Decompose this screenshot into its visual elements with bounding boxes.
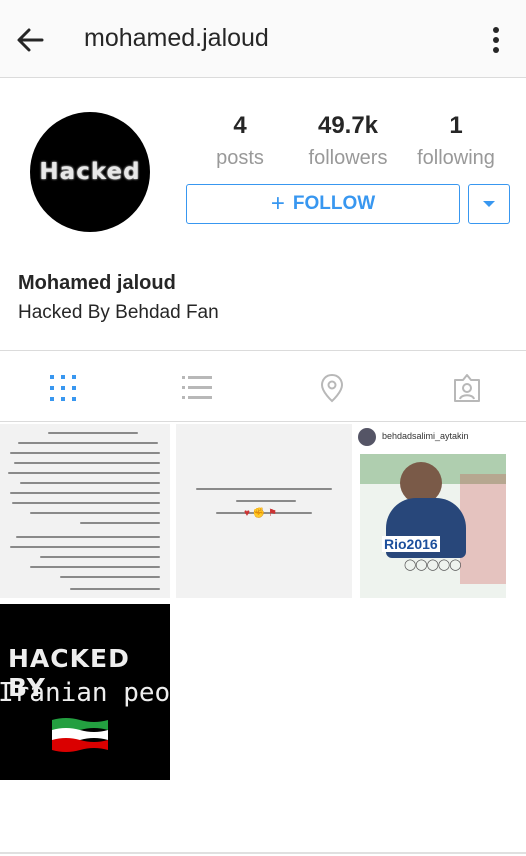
tagged-person-icon[interactable] (452, 373, 482, 403)
bio-text: Hacked By Behdad Fan (18, 302, 219, 323)
avatar (358, 428, 376, 446)
grid-icon[interactable] (48, 373, 78, 403)
divider (0, 852, 526, 854)
avatar-text: Hacked (39, 159, 141, 185)
location-pin-icon[interactable] (317, 373, 347, 403)
iran-flag-icon (52, 718, 108, 752)
more-vertical-icon[interactable] (484, 24, 508, 56)
post-hacked-subtitle: Iranian people (0, 678, 170, 708)
post-thumbnail[interactable] (0, 424, 170, 598)
posts-stat[interactable]: 4 posts (205, 112, 275, 171)
list-icon[interactable] (182, 373, 212, 403)
follow-button[interactable]: + FOLLOW (186, 184, 460, 224)
suggestions-dropdown-button[interactable] (468, 184, 510, 224)
profile-tabs (0, 350, 526, 422)
following-label: following (417, 147, 495, 169)
following-stat[interactable]: 1 following (408, 112, 504, 171)
followers-label: followers (308, 147, 388, 169)
rio-logo: Rio2016 (382, 536, 440, 552)
following-count: 1 (449, 112, 463, 139)
followers-count: 49.7k (317, 112, 379, 139)
post-thumbnail[interactable]: ♥ ✊ ⚑ (176, 424, 352, 598)
top-bar: mohamed.jaloud (0, 0, 526, 78)
plus-icon: + (270, 190, 285, 217)
display-name: Mohamed jaloud (18, 272, 176, 294)
caret-down-icon (483, 201, 495, 207)
post-image: Rio2016 ◯◯◯◯◯ (360, 454, 506, 598)
posts-label: posts (216, 147, 264, 169)
posts-count: 4 (233, 112, 247, 139)
post-thumbnail[interactable]: behdadsalimi_aytakin Rio2016 ◯◯◯◯◯ (356, 424, 526, 598)
post-account-name: behdadsalimi_aytakin (382, 431, 469, 441)
olympic-rings-icon: ◯◯◯◯◯ (404, 559, 462, 571)
follow-label: FOLLOW (292, 193, 376, 214)
profile-username: mohamed.jaloud (84, 24, 269, 52)
followers-stat[interactable]: 49.7k followers (300, 112, 396, 171)
avatar[interactable]: Hacked (30, 112, 150, 232)
post-thumbnail[interactable]: HACKED BY Iranian people (0, 604, 170, 780)
arrow-left-icon[interactable] (14, 24, 46, 56)
